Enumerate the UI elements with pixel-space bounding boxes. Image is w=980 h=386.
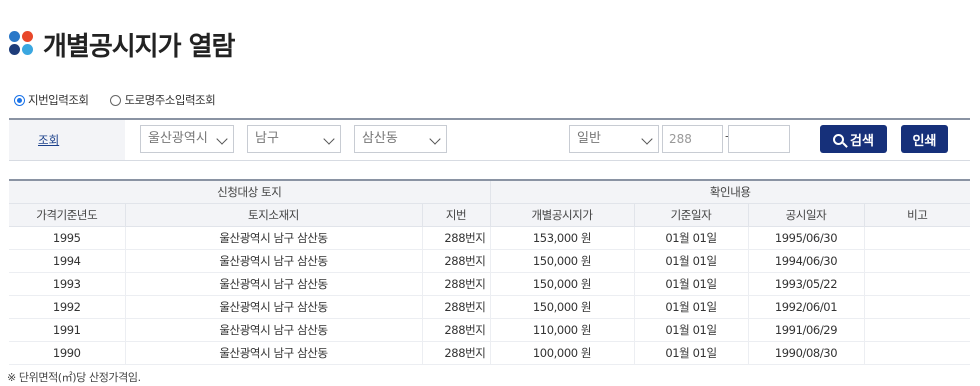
- radio-button-checked[interactable]: [14, 94, 25, 106]
- results-table: 신청대상 토지 확인내용 가격기준년도 토지소재지 지번 개별공시지가 기준일자…: [9, 179, 970, 365]
- cell-remarks: [864, 226, 970, 250]
- cell-price: 153,000 원: [490, 226, 635, 250]
- search-label[interactable]: 조회: [38, 132, 59, 148]
- cell-announce-date: 1994/06/30: [748, 249, 865, 273]
- sub-number-input[interactable]: [728, 125, 790, 153]
- col-header-lot-number: 지번: [422, 203, 491, 227]
- page-title: 개별공시지가 열람: [43, 31, 235, 62]
- search-icon: [833, 133, 845, 145]
- cell-remarks: [864, 318, 970, 342]
- cell-lot: 288번지: [422, 249, 491, 273]
- col-header-announce-date: 공시일자: [748, 203, 865, 227]
- dong-select-value: 삼산동: [362, 131, 398, 146]
- col-header-location: 토지소재지: [125, 203, 423, 227]
- cell-year: 1993: [9, 272, 126, 296]
- radio-button-unchecked[interactable]: [110, 94, 122, 106]
- district-select-value: 남구: [255, 131, 279, 146]
- radio-road-address[interactable]: 도로명주소입력조회: [110, 92, 216, 108]
- cell-announce-date: 1995/06/30: [748, 226, 865, 250]
- city-select[interactable]: 울산광역시: [140, 125, 234, 153]
- radio-lot-number-label: 지번입력조회: [28, 93, 89, 107]
- cell-remarks: [864, 295, 970, 319]
- radio-road-address-label: 도로명주소입력조회: [124, 93, 216, 107]
- table-row: 1993 울산광역시 남구 삼산동 288번지 150,000 원 01월 01…: [9, 272, 970, 296]
- cell-lot: 288번지: [422, 226, 491, 250]
- land-type-select[interactable]: 일반: [569, 125, 659, 153]
- cell-location: 울산광역시 남구 삼산동: [125, 295, 423, 319]
- cell-base-date: 01월 01일: [634, 226, 749, 250]
- cell-location: 울산광역시 남구 삼산동: [125, 341, 423, 365]
- table-row: 1991 울산광역시 남구 삼산동 288번지 110,000 원 01월 01…: [9, 318, 970, 342]
- cell-base-date: 01월 01일: [634, 341, 749, 365]
- print-button[interactable]: 인쇄: [901, 125, 948, 153]
- dong-select[interactable]: 삼산동: [354, 125, 447, 153]
- search-label-cell: 조회: [9, 120, 125, 160]
- col-header-remarks: 비고: [864, 203, 970, 227]
- cell-lot: 288번지: [422, 318, 491, 342]
- cell-year: 1995: [9, 226, 126, 250]
- cell-location: 울산광역시 남구 삼산동: [125, 249, 423, 273]
- table-row: 1994 울산광역시 남구 삼산동 288번지 150,000 원 01월 01…: [9, 249, 970, 273]
- chevron-down-icon: [429, 133, 441, 145]
- cell-location: 울산광역시 남구 삼산동: [125, 318, 423, 342]
- cell-announce-date: 1993/05/22: [748, 272, 865, 296]
- search-button-label: 검색: [850, 133, 874, 149]
- chevron-down-icon: [216, 133, 228, 145]
- print-button-label: 인쇄: [912, 133, 937, 149]
- cell-base-date: 01월 01일: [634, 272, 749, 296]
- table-row: 1992 울산광역시 남구 삼산동 288번지 150,000 원 01월 01…: [9, 295, 970, 319]
- col-header-base-date: 기준일자: [634, 203, 749, 227]
- group-header-confirmation: 확인내용: [490, 179, 970, 204]
- cell-price: 150,000 원: [490, 249, 635, 273]
- cell-year: 1990: [9, 341, 126, 365]
- city-select-value: 울산광역시: [148, 131, 208, 146]
- cell-lot: 288번지: [422, 295, 491, 319]
- chevron-down-icon: [323, 133, 335, 145]
- cell-base-date: 01월 01일: [634, 318, 749, 342]
- cell-year: 1992: [9, 295, 126, 319]
- cell-price: 110,000 원: [490, 318, 635, 342]
- cell-remarks: [864, 341, 970, 365]
- cell-year: 1991: [9, 318, 126, 342]
- district-select[interactable]: 남구: [247, 125, 341, 153]
- chevron-down-icon: [641, 133, 653, 145]
- cell-price: 150,000 원: [490, 272, 635, 296]
- land-type-select-value: 일반: [577, 131, 601, 146]
- group-header-target-land: 신청대상 토지: [9, 179, 491, 204]
- table-row: 1990 울산광역시 남구 삼산동 288번지 100,000 원 01월 01…: [9, 341, 970, 365]
- title-dots-icon: [9, 31, 35, 57]
- cell-location: 울산광역시 남구 삼산동: [125, 226, 423, 250]
- cell-base-date: 01월 01일: [634, 295, 749, 319]
- table-header-row: 가격기준년도 토지소재지 지번 개별공시지가 기준일자 공시일자 비고: [9, 203, 970, 227]
- cell-announce-date: 1991/06/29: [748, 318, 865, 342]
- col-header-base-year: 가격기준년도: [9, 203, 126, 227]
- cell-year: 1994: [9, 249, 126, 273]
- cell-remarks: [864, 272, 970, 296]
- search-mode-radios: 지번입력조회 도로명주소입력조회: [14, 92, 237, 108]
- main-number-input[interactable]: 288: [662, 125, 723, 153]
- cell-base-date: 01월 01일: [634, 249, 749, 273]
- page-header: 개별공시지가 열람: [9, 24, 235, 64]
- col-header-land-price: 개별공시지가: [490, 203, 635, 227]
- cell-location: 울산광역시 남구 삼산동: [125, 272, 423, 296]
- search-button[interactable]: 검색: [820, 125, 887, 153]
- cell-price: 100,000 원: [490, 341, 635, 365]
- cell-announce-date: 1990/08/30: [748, 341, 865, 365]
- cell-announce-date: 1992/06/01: [748, 295, 865, 319]
- cell-lot: 288번지: [422, 341, 491, 365]
- radio-lot-number[interactable]: 지번입력조회: [14, 92, 89, 108]
- table-group-header-row: 신청대상 토지 확인내용: [9, 179, 970, 204]
- search-bar: 조회 울산광역시 남구 삼산동 일반 288 - 검색 인쇄: [9, 118, 970, 161]
- table-row: 1995 울산광역시 남구 삼산동 288번지 153,000 원 01월 01…: [9, 226, 970, 250]
- cell-price: 150,000 원: [490, 295, 635, 319]
- cell-lot: 288번지: [422, 272, 491, 296]
- cell-remarks: [864, 249, 970, 273]
- unit-footnote: ※ 단위면적(㎡)당 산정가격임.: [7, 371, 141, 384]
